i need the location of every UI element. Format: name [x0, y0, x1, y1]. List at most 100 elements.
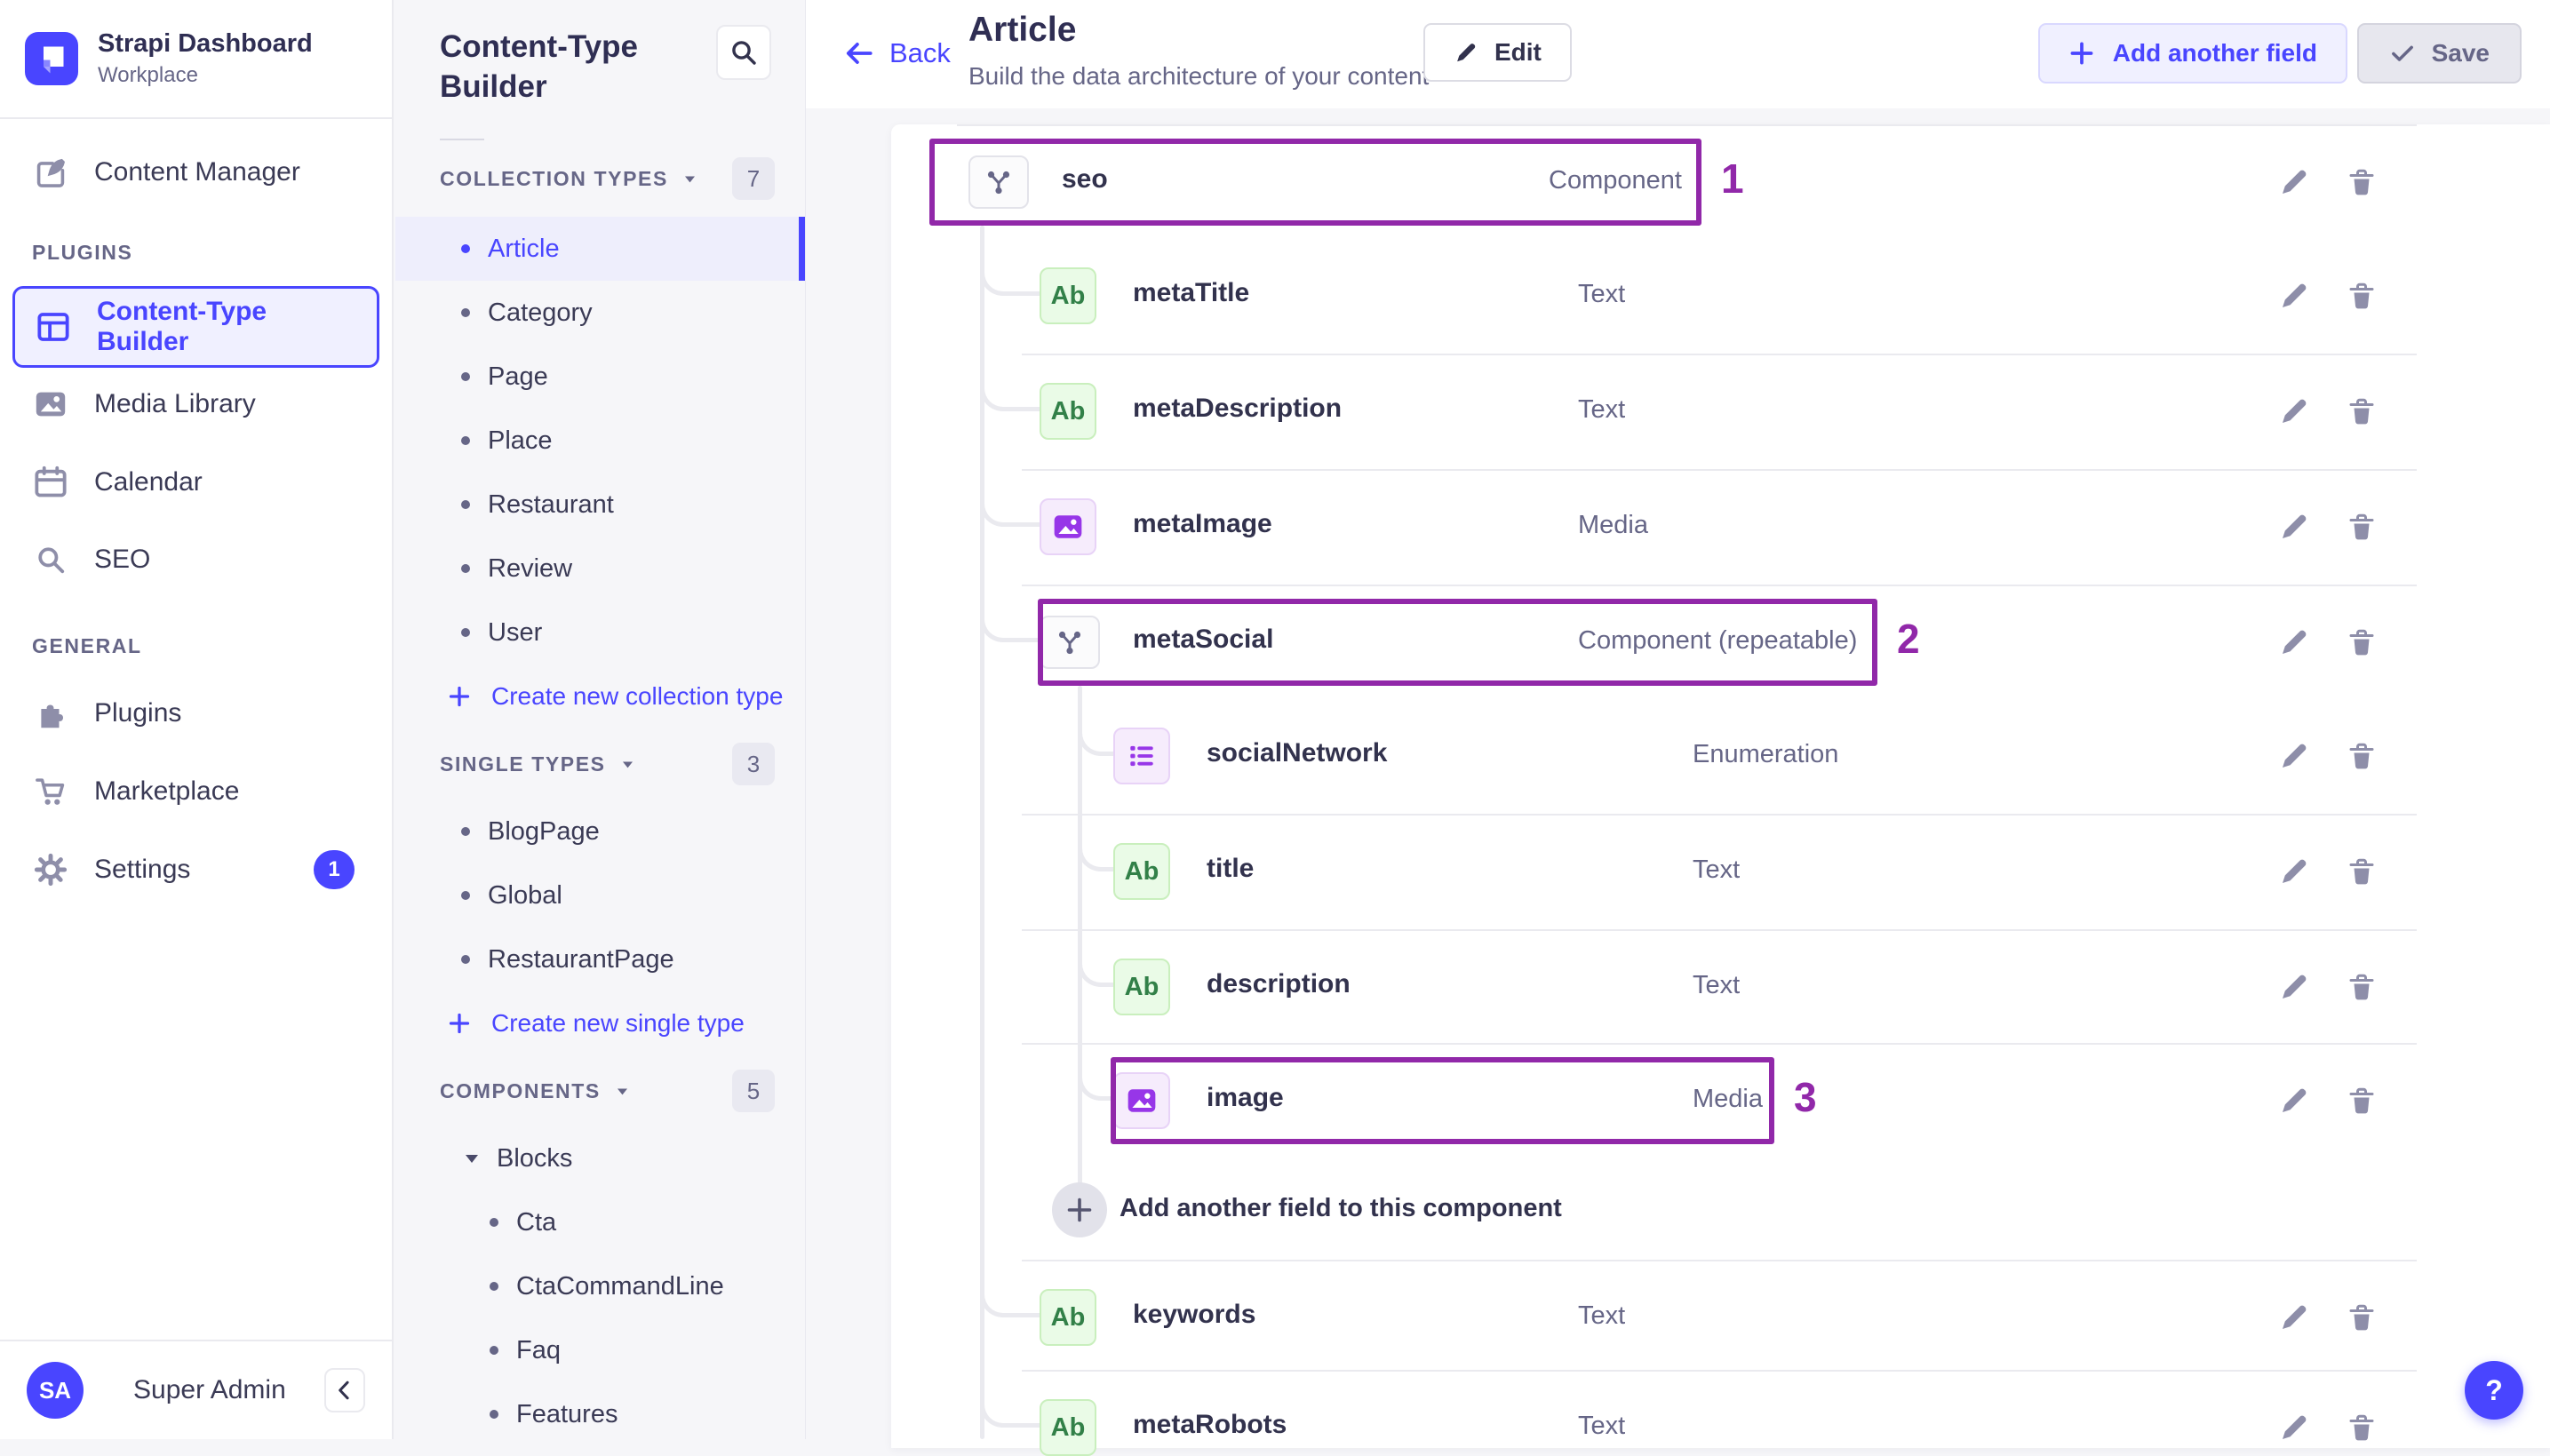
edit-field-button[interactable]	[2276, 969, 2312, 1005]
tree-elbow	[1078, 706, 1113, 756]
save-label: Save	[2431, 39, 2490, 67]
edit-field-button[interactable]	[2276, 738, 2312, 774]
panel-item-global[interactable]: Global	[395, 863, 805, 927]
brand-block: Strapi Dashboard Workplace	[0, 0, 392, 119]
delete-field-button[interactable]	[2344, 278, 2379, 314]
annotation-number: 3	[1794, 1074, 1817, 1120]
help-button[interactable]: ?	[2465, 1361, 2523, 1420]
strapi-logo-icon	[25, 32, 78, 85]
panel-item-user[interactable]: User	[395, 601, 805, 664]
field-type: Component	[1549, 166, 1682, 195]
pencil-icon	[1457, 44, 1476, 62]
panel-item-restaurantpage[interactable]: RestaurantPage	[395, 927, 805, 991]
add-another-field-button[interactable]: Add another field	[2037, 23, 2347, 84]
field-type: Enumeration	[1693, 740, 1839, 768]
count-badge: 3	[732, 743, 775, 785]
chevron-down-icon	[682, 171, 697, 187]
field-name: metaImage	[1133, 509, 1272, 538]
sidebar-item-content-manager[interactable]: Content Manager	[12, 140, 379, 204]
panel-item-faq[interactable]: Faq	[395, 1318, 805, 1382]
sidebar-item-label: SEO	[94, 545, 151, 574]
panel-group-blocks[interactable]: Blocks	[395, 1126, 805, 1190]
panel-item-review[interactable]: Review	[395, 537, 805, 601]
page-header: Back Article Build the data architecture…	[806, 0, 2550, 108]
delete-field-button[interactable]	[2344, 394, 2379, 429]
panel-item-restaurant[interactable]: Restaurant	[395, 473, 805, 537]
sidebar-footer: SA Super Admin	[0, 1340, 392, 1439]
avatar[interactable]: SA	[27, 1362, 84, 1419]
edit-field-button[interactable]	[2276, 1410, 2312, 1445]
field-type: Media	[1578, 511, 1648, 539]
edit-label: Edit	[1494, 38, 1542, 66]
cart-icon	[32, 775, 69, 808]
panel-item-blogpage[interactable]: BlogPage	[395, 800, 805, 863]
tree-elbow	[1078, 937, 1113, 987]
app-sidebar: Strapi Dashboard Workplace Content Manag…	[0, 0, 394, 1439]
panel-section-label: COLLECTION TYPES	[440, 166, 668, 190]
field-name: metaRobots	[1133, 1410, 1287, 1439]
edit-field-button[interactable]	[2276, 1083, 2312, 1118]
edit-field-button[interactable]	[2276, 854, 2312, 889]
app-title: Strapi Dashboard	[98, 29, 313, 58]
sidebar-sections: PLUGINS Content-Type Builder Media Library…	[0, 233, 392, 902]
delete-field-button[interactable]	[2344, 509, 2379, 545]
edit-field-button[interactable]	[2276, 394, 2312, 429]
delete-field-button[interactable]	[2344, 969, 2379, 1005]
tree-line-level1	[980, 226, 984, 1439]
text-icon: Ab	[1040, 267, 1096, 324]
panel-item-ctacommandline[interactable]: CtaCommandLine	[395, 1254, 805, 1318]
panel-item-article[interactable]: Article	[395, 217, 805, 281]
create-new-link[interactable]: Create new collection type	[395, 664, 805, 728]
row-divider	[1022, 1370, 2417, 1372]
media-icon	[1040, 498, 1096, 555]
media-icon	[1113, 1072, 1170, 1129]
edit-field-button[interactable]	[2276, 278, 2312, 314]
save-button[interactable]: Save	[2356, 23, 2522, 84]
back-link[interactable]: Back	[843, 37, 951, 69]
sidebar-item-seo[interactable]: SEO	[12, 528, 379, 592]
panel-item-cta[interactable]: Cta	[395, 1190, 805, 1254]
panel-section-header[interactable]: COMPONENTS 5	[395, 1055, 805, 1126]
delete-field-button[interactable]	[2344, 738, 2379, 774]
sidebar-item-content-type-builder[interactable]: Content-Type Builder	[12, 286, 379, 368]
sidebar-item-label: Calendar	[94, 467, 203, 497]
edit-field-button[interactable]	[2276, 509, 2312, 545]
create-new-label: Create new single type	[491, 1009, 745, 1037]
sidebar-item-calendar[interactable]: Calendar	[12, 450, 379, 514]
sidebar-item-plugins[interactable]: Plugins	[12, 681, 379, 745]
delete-field-button[interactable]	[2344, 1410, 2379, 1445]
field-name: seo	[1062, 164, 1108, 194]
text-icon: Ab	[1113, 959, 1170, 1015]
panel-item-features[interactable]: Features	[395, 1382, 805, 1446]
sidebar-item-marketplace[interactable]: Marketplace	[12, 760, 379, 823]
delete-field-button[interactable]	[2344, 1083, 2379, 1118]
create-new-label: Create new collection type	[491, 682, 784, 710]
panel-item-place[interactable]: Place	[395, 409, 805, 473]
brand-text: Strapi Dashboard Workplace	[98, 29, 313, 88]
search-button[interactable]	[716, 25, 771, 80]
edit-field-button[interactable]	[2276, 164, 2312, 200]
delete-field-button[interactable]	[2344, 1300, 2379, 1335]
annotation-number: 1	[1721, 155, 1744, 202]
sidebar-item-media-library[interactable]: Media Library	[12, 372, 379, 436]
edit-button[interactable]: Edit	[1423, 23, 1572, 82]
edit-field-button[interactable]	[2276, 625, 2312, 660]
edit-field-button[interactable]	[2276, 1300, 2312, 1335]
delete-field-button[interactable]	[2344, 164, 2379, 200]
sidebar-item-label: Content-Type Builder	[97, 297, 267, 356]
create-new-link[interactable]: Create new single type	[395, 991, 805, 1055]
panel-item-category[interactable]: Category	[395, 281, 805, 345]
sidebar-item-settings[interactable]: Settings 1	[12, 838, 379, 902]
page-subtitle: Build the data architecture of your cont…	[968, 62, 1430, 90]
delete-field-button[interactable]	[2344, 854, 2379, 889]
add-field-to-component-button[interactable]	[1052, 1182, 1107, 1237]
field-name: image	[1207, 1083, 1284, 1112]
collapse-sidebar-button[interactable]	[324, 1368, 365, 1412]
user-name: Super Admin	[133, 1375, 286, 1404]
tree-elbow	[980, 1268, 1040, 1317]
panel-item-page[interactable]: Page	[395, 345, 805, 409]
layout-icon	[35, 310, 72, 344]
panel-section-header[interactable]: COLLECTION TYPES 7	[395, 140, 805, 217]
panel-section-header[interactable]: SINGLE TYPES 3	[395, 728, 805, 800]
delete-field-button[interactable]	[2344, 625, 2379, 660]
